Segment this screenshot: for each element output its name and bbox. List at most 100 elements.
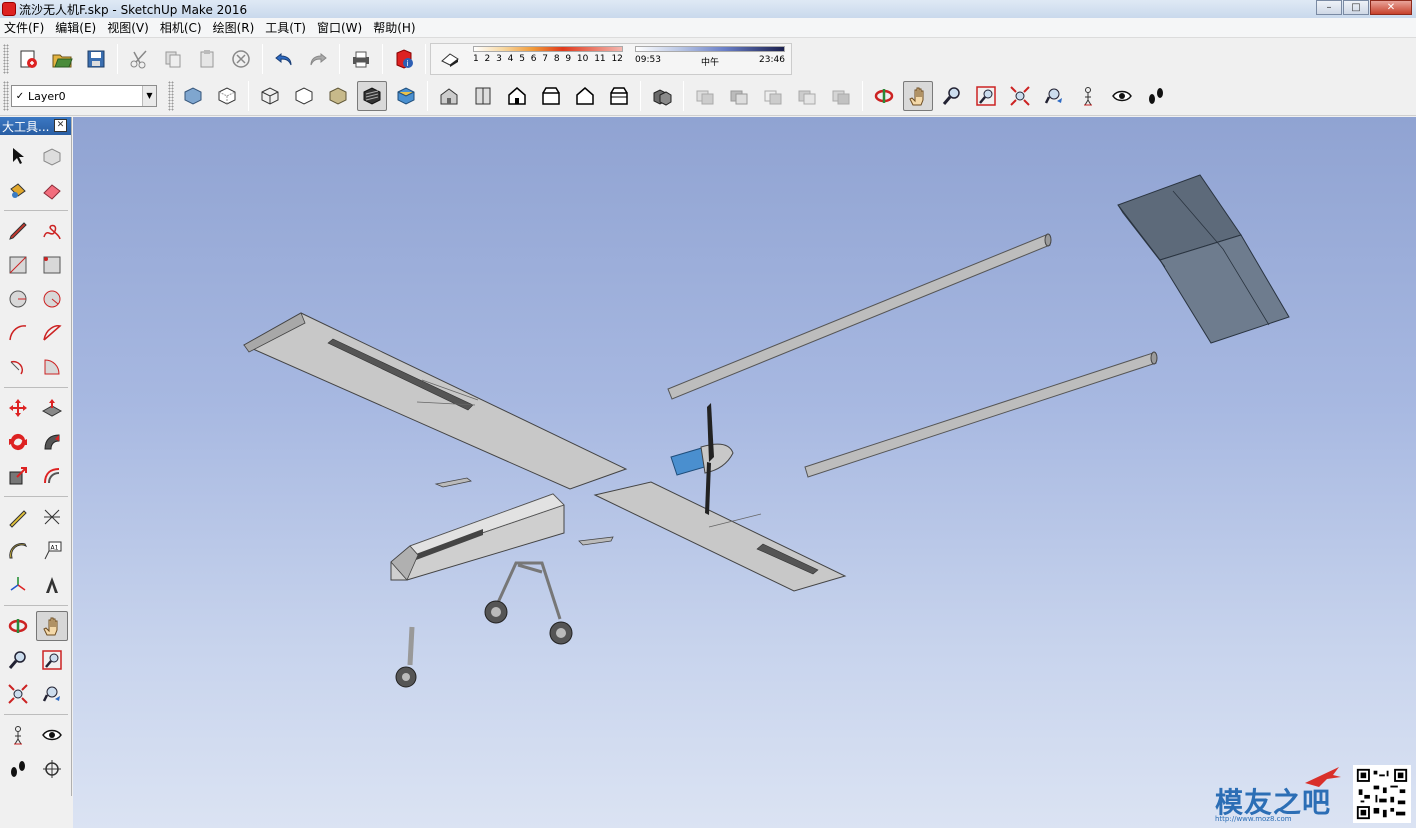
tail-boom-lower[interactable] <box>804 351 1158 478</box>
erase-button[interactable] <box>226 44 256 74</box>
previous-view-button[interactable] <box>1039 81 1069 111</box>
3d-text-button[interactable] <box>36 570 68 600</box>
monochrome-button[interactable] <box>391 81 421 111</box>
outer-shell-button[interactable] <box>647 81 677 111</box>
menu-edit[interactable]: 编辑(E) <box>51 19 103 36</box>
fairing-left[interactable] <box>434 477 472 488</box>
section-plane-button[interactable] <box>36 754 68 784</box>
freehand-tool-button[interactable] <box>36 216 68 246</box>
maximize-button[interactable]: □ <box>1343 0 1369 15</box>
close-window-button[interactable]: ✕ <box>1370 0 1412 15</box>
main-landing-gear[interactable] <box>484 561 573 645</box>
xray-button[interactable] <box>178 81 208 111</box>
hidden-line-button[interactable] <box>289 81 319 111</box>
back-view-button[interactable] <box>570 81 600 111</box>
left-view-button[interactable] <box>604 81 634 111</box>
tail-boom-upper[interactable] <box>667 233 1052 400</box>
back-edges-button[interactable] <box>212 81 242 111</box>
rotated-rectangle-button[interactable] <box>36 250 68 280</box>
intersect-button[interactable] <box>758 81 788 111</box>
fairing-right[interactable] <box>578 536 614 546</box>
orbit-tool-button[interactable] <box>2 611 34 641</box>
pie-tool-button[interactable] <box>36 352 68 382</box>
menu-window[interactable]: 窗口(W) <box>313 19 369 36</box>
move-tool-button[interactable] <box>2 393 34 423</box>
previous-view-tool-button[interactable] <box>36 679 68 709</box>
protractor-button[interactable] <box>2 536 34 566</box>
copy-button[interactable] <box>158 44 188 74</box>
right-wing[interactable] <box>593 481 847 592</box>
menu-tools[interactable]: 工具(T) <box>261 19 313 36</box>
paste-button[interactable] <box>192 44 222 74</box>
trim-button[interactable] <box>792 81 822 111</box>
right-view-button[interactable] <box>536 81 566 111</box>
pan-tool-button[interactable] <box>36 611 68 641</box>
menu-help[interactable]: 帮助(H) <box>369 19 422 36</box>
axes-tool-button[interactable] <box>2 570 34 600</box>
arc-tool-button[interactable] <box>2 318 34 348</box>
pan-button[interactable] <box>903 81 933 111</box>
paint-bucket-button[interactable] <box>2 175 34 205</box>
toolbar-grip[interactable] <box>3 81 9 111</box>
zoom-window-tool-button[interactable] <box>36 645 68 675</box>
palette-header[interactable]: 大工具... ✕ <box>0 117 71 135</box>
zoom-window-button[interactable] <box>971 81 1001 111</box>
position-camera-tool-button[interactable] <box>2 720 34 750</box>
look-around-tool-button[interactable] <box>36 720 68 750</box>
chevron-down-icon[interactable]: ▼ <box>142 86 156 106</box>
menu-view[interactable]: 视图(V) <box>103 19 156 36</box>
orbit-button[interactable] <box>869 81 899 111</box>
tail-assembly[interactable] <box>1117 174 1290 344</box>
look-around-button[interactable] <box>1107 81 1137 111</box>
shadow-toggle-button[interactable] <box>437 44 463 72</box>
minimize-button[interactable]: – <box>1316 0 1342 15</box>
make-component-button[interactable] <box>36 141 68 171</box>
two-point-arc-button[interactable] <box>36 318 68 348</box>
toolbar-grip[interactable] <box>3 43 9 74</box>
cut-button[interactable] <box>124 44 154 74</box>
time-slider[interactable]: 09:53 中午 23:46 <box>635 45 785 68</box>
month-slider-track[interactable] <box>473 45 623 52</box>
rotate-tool-button[interactable] <box>2 427 34 457</box>
menu-file[interactable]: 文件(F) <box>0 19 51 36</box>
menu-draw[interactable]: 绘图(R) <box>209 19 262 36</box>
text-tool-button[interactable]: A1 <box>36 536 68 566</box>
model-scene[interactable] <box>73 117 1416 828</box>
save-button[interactable] <box>81 44 111 74</box>
zoom-button[interactable] <box>937 81 967 111</box>
walk-button[interactable] <box>1141 81 1171 111</box>
subtract-button[interactable] <box>724 81 754 111</box>
select-tool-button[interactable] <box>2 141 34 171</box>
sketchup-app-icon[interactable] <box>2 2 16 16</box>
tape-measure-button[interactable] <box>2 502 34 532</box>
scale-tool-button[interactable] <box>2 461 34 491</box>
layer-select[interactable]: ✓ Layer0 ▼ <box>11 85 157 107</box>
undo-button[interactable] <box>269 44 299 74</box>
front-view-button[interactable] <box>502 81 532 111</box>
union-button[interactable] <box>690 81 720 111</box>
push-pull-button[interactable] <box>36 393 68 423</box>
menu-camera[interactable]: 相机(C) <box>156 19 209 36</box>
new-file-button[interactable] <box>13 44 43 74</box>
rectangle-tool-button[interactable] <box>2 250 34 280</box>
position-camera-button[interactable] <box>1073 81 1103 111</box>
model-viewport[interactable]: 模友之吧 http://www.moz8.com <box>73 117 1416 828</box>
close-icon[interactable]: ✕ <box>54 119 67 132</box>
shaded-textures-button[interactable] <box>357 81 387 111</box>
top-view-button[interactable] <box>468 81 498 111</box>
wireframe-button[interactable] <box>255 81 285 111</box>
three-point-arc-button[interactable] <box>2 352 34 382</box>
iso-view-button[interactable] <box>434 81 464 111</box>
dimension-tool-button[interactable] <box>36 502 68 532</box>
redo-button[interactable] <box>303 44 333 74</box>
month-slider[interactable]: 1 2 3 4 5 6 7 8 9 10 11 12 <box>473 45 623 64</box>
walk-tool-button[interactable] <box>2 754 34 784</box>
line-tool-button[interactable] <box>2 216 34 246</box>
polygon-tool-button[interactable] <box>36 284 68 314</box>
print-button[interactable] <box>346 44 376 74</box>
fuselage[interactable] <box>390 493 565 581</box>
eraser-button[interactable] <box>36 175 68 205</box>
follow-me-button[interactable] <box>36 427 68 457</box>
time-slider-track[interactable] <box>635 45 785 52</box>
left-wing[interactable] <box>242 312 628 490</box>
